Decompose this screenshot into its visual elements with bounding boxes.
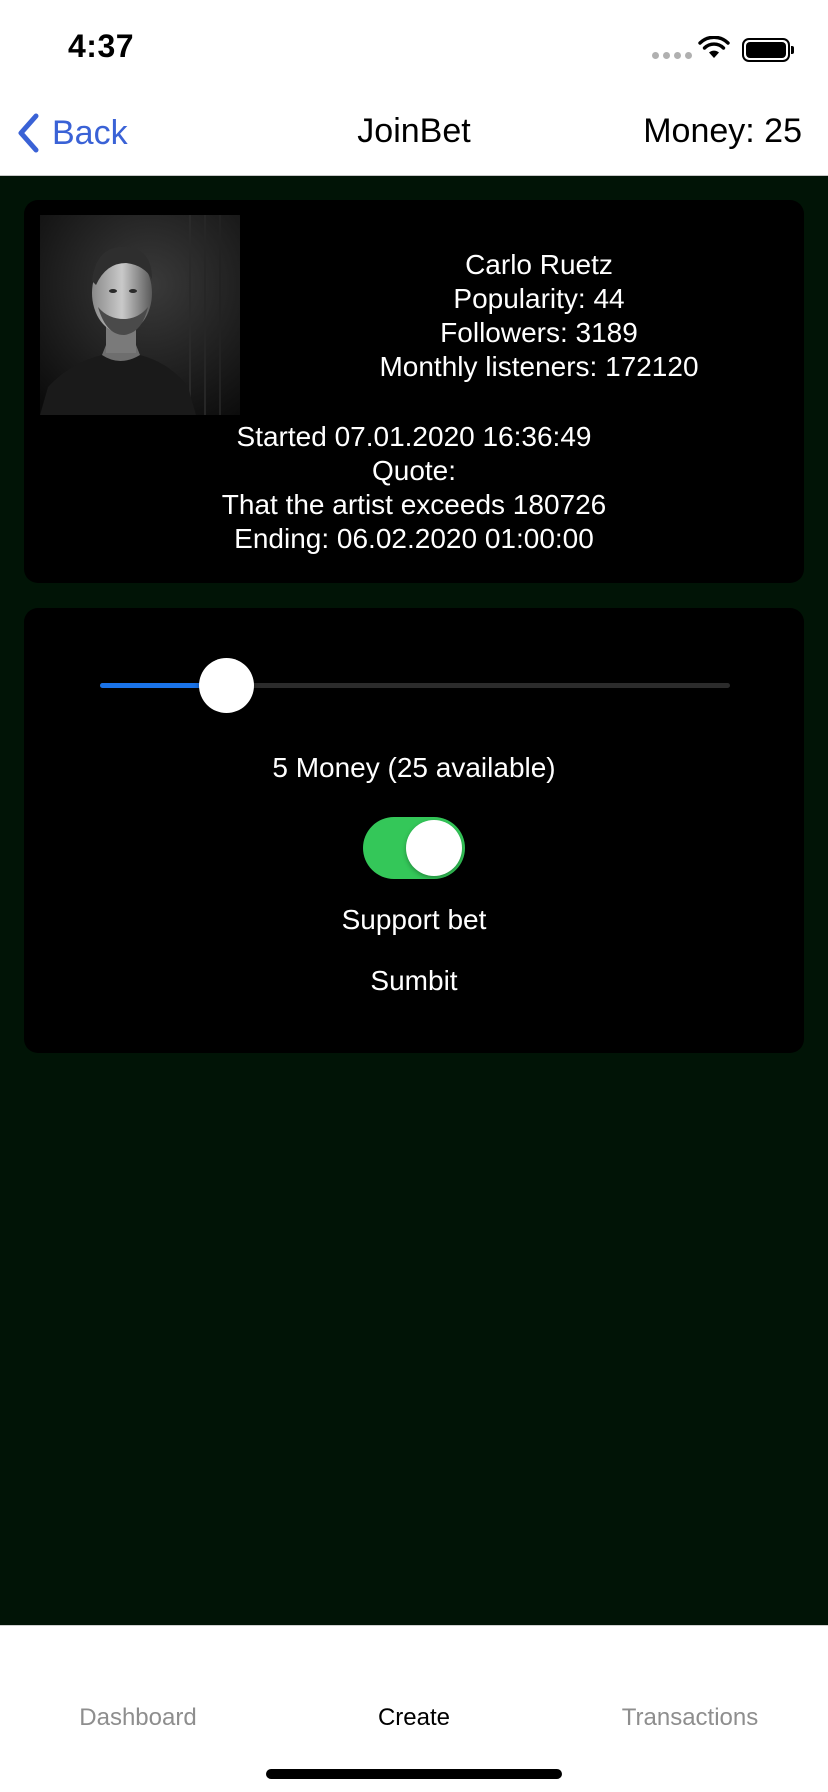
artist-followers: Followers: 3189 (440, 317, 638, 348)
artist-info: Carlo Ruetz Popularity: 44 Followers: 31… (314, 248, 764, 384)
battery-icon (742, 38, 794, 62)
status-time: 4:37 (68, 28, 135, 64)
artist-photo (40, 215, 240, 415)
artist-popularity: Popularity: 44 (453, 283, 625, 314)
bet-ending: Ending: 06.02.2020 01:00:00 (234, 523, 594, 554)
support-bet-label: Support bet (341, 904, 487, 935)
cellular-signal-icon (652, 52, 692, 59)
tab-dashboard[interactable]: Dashboard (0, 1704, 276, 1732)
bet-form-card: 5 Money (25 available) Support bet Sumbi… (24, 608, 804, 1053)
tab-create[interactable]: Create (276, 1704, 552, 1732)
artist-monthly-listeners: Monthly listeners: 172120 (379, 351, 699, 382)
status-bar: 4:37 (0, 0, 828, 90)
amount-slider[interactable] (100, 656, 730, 716)
bet-quote: That the artist exceeds 180726 (221, 489, 607, 520)
back-button[interactable]: Back (16, 108, 128, 158)
tab-bar: Dashboard Create Transactions (0, 1625, 828, 1792)
back-label: Back (52, 113, 128, 152)
bet-info: Started 07.01.2020 16:36:49 Quote: That … (24, 420, 804, 556)
money-balance: Money: 25 (643, 112, 802, 150)
tab-transactions[interactable]: Transactions (552, 1704, 828, 1732)
wifi-icon (698, 36, 730, 58)
support-bet-toggle[interactable] (363, 817, 465, 879)
artist-name: Carlo Ruetz (465, 249, 613, 280)
submit-button[interactable]: Sumbit (314, 965, 514, 997)
bet-started: Started 07.01.2020 16:36:49 (236, 421, 592, 452)
bet-quote-label: Quote: (371, 455, 457, 486)
artist-card: Carlo Ruetz Popularity: 44 Followers: 31… (24, 200, 804, 583)
bet-amount-label: 5 Money (25 available) (272, 752, 556, 783)
slider-thumb[interactable] (199, 658, 254, 713)
home-indicator (266, 1769, 562, 1779)
chevron-left-icon (18, 113, 39, 153)
navigation-bar: Back JoinBet Money: 25 (0, 90, 828, 176)
toggle-knob (406, 820, 462, 876)
